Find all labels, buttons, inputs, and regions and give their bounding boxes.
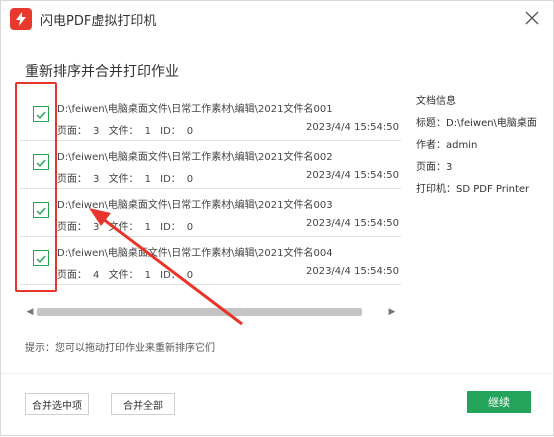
title-bar: 闪电PDF虚拟打印机 [1, 1, 553, 37]
info-author-value: admin [446, 140, 478, 151]
files-value: 1 [144, 222, 151, 233]
job-date: 2023/4/4 15:54:50 [305, 218, 399, 229]
id-label: ID： [160, 126, 181, 137]
scroll-right-icon[interactable]: ▶ [387, 306, 397, 318]
info-title-label: 标题： [416, 118, 446, 129]
pages-label: 页面： [57, 222, 87, 233]
files-value: 1 [144, 270, 151, 281]
scroll-left-icon[interactable]: ◀ [25, 306, 35, 318]
files-label: 文件： [108, 270, 139, 281]
info-pages-value: 3 [446, 162, 453, 173]
files-label: 文件： [108, 174, 139, 185]
job-date: 2023/4/4 15:54:50 [305, 266, 399, 277]
merge-selected-button[interactable]: 合并选中项 [25, 393, 89, 415]
id-label: ID： [160, 222, 181, 233]
job-path: D:\feiwen\电脑桌面文件\日常工作素材\编辑\2021文件名001 [57, 104, 333, 115]
job-meta: 页面： 3 文件： 1 ID： 0 [57, 170, 199, 185]
info-pages-label: 页面： [416, 162, 446, 173]
continue-button[interactable]: 继续 [467, 391, 531, 413]
info-title: 标题：D:\feiwen\电脑桌面 [416, 114, 537, 129]
info-printer-value: SD PDF Printer [456, 184, 530, 195]
info-printer: 打印机：SD PDF Printer [416, 180, 529, 195]
id-label: ID： [160, 270, 181, 281]
section-title: 重新排序并合并打印作业 [25, 64, 179, 80]
merge-all-button[interactable]: 合并全部 [111, 393, 175, 415]
info-title-value: D:\feiwen\电脑桌面 [446, 118, 537, 129]
lightning-icon [16, 12, 26, 26]
job-path: D:\feiwen\电脑桌面文件\日常工作素材\编辑\2021文件名004 [57, 248, 333, 259]
pages-label: 页面： [57, 174, 87, 185]
scrollbar-thumb[interactable] [37, 308, 362, 316]
job-date: 2023/4/4 15:54:50 [305, 170, 399, 181]
job-path: D:\feiwen\电脑桌面文件\日常工作素材\编辑\2021文件名003 [57, 200, 333, 211]
files-value: 1 [144, 174, 151, 185]
files-label: 文件： [108, 222, 139, 233]
pages-label: 页面： [57, 126, 87, 137]
job-meta: 页面： 3 文件： 1 ID： 0 [57, 218, 199, 233]
id-value: 0 [186, 222, 194, 233]
app-logo-icon [10, 8, 32, 30]
pages-value: 3 [93, 222, 100, 233]
files-value: 1 [144, 126, 151, 137]
print-job-row[interactable]: D:\feiwen\电脑桌面文件\日常工作素材\编辑\2021文件名003 页面… [19, 188, 401, 237]
info-pages: 页面：3 [416, 158, 452, 173]
id-value: 0 [186, 270, 194, 281]
info-author-label: 作者： [416, 140, 446, 151]
info-heading: 文档信息 [416, 96, 456, 107]
print-job-row[interactable]: D:\feiwen\电脑桌面文件\日常工作素材\编辑\2021文件名004 页面… [19, 236, 401, 285]
print-job-list[interactable]: D:\feiwen\电脑桌面文件\日常工作素材\编辑\2021文件名001 页面… [19, 92, 401, 288]
print-job-row[interactable]: D:\feiwen\电脑桌面文件\日常工作素材\编辑\2021文件名001 页面… [19, 92, 401, 141]
files-label: 文件： [108, 126, 139, 137]
pages-value: 4 [93, 270, 100, 281]
job-date: 2023/4/4 15:54:50 [305, 122, 399, 133]
app-window: 闪电PDF虚拟打印机 重新排序并合并打印作业 D:\feiwen\电脑桌面文件\… [0, 0, 554, 436]
pages-value: 3 [93, 126, 100, 137]
job-path: D:\feiwen\电脑桌面文件\日常工作素材\编辑\2021文件名002 [57, 152, 333, 163]
horizontal-scrollbar[interactable]: ◀ ▶ [25, 306, 403, 318]
close-icon[interactable] [523, 9, 541, 27]
drag-tip: 提示：您可以拖动打印作业来重新排序它们 [25, 343, 215, 354]
pages-value: 3 [93, 174, 100, 185]
id-label: ID： [160, 174, 181, 185]
pages-label: 页面： [57, 270, 87, 281]
job-meta: 页面： 3 文件： 1 ID： 0 [57, 122, 199, 137]
info-author: 作者：admin [416, 136, 477, 151]
footer-divider [1, 373, 553, 374]
annotation-highlight-box [15, 82, 57, 292]
info-printer-label: 打印机： [416, 184, 456, 195]
job-meta: 页面： 4 文件： 1 ID： 0 [57, 266, 199, 281]
window-title: 闪电PDF虚拟打印机 [40, 14, 157, 29]
print-job-row[interactable]: D:\feiwen\电脑桌面文件\日常工作素材\编辑\2021文件名002 页面… [19, 140, 401, 189]
id-value: 0 [186, 126, 194, 137]
id-value: 0 [186, 174, 194, 185]
